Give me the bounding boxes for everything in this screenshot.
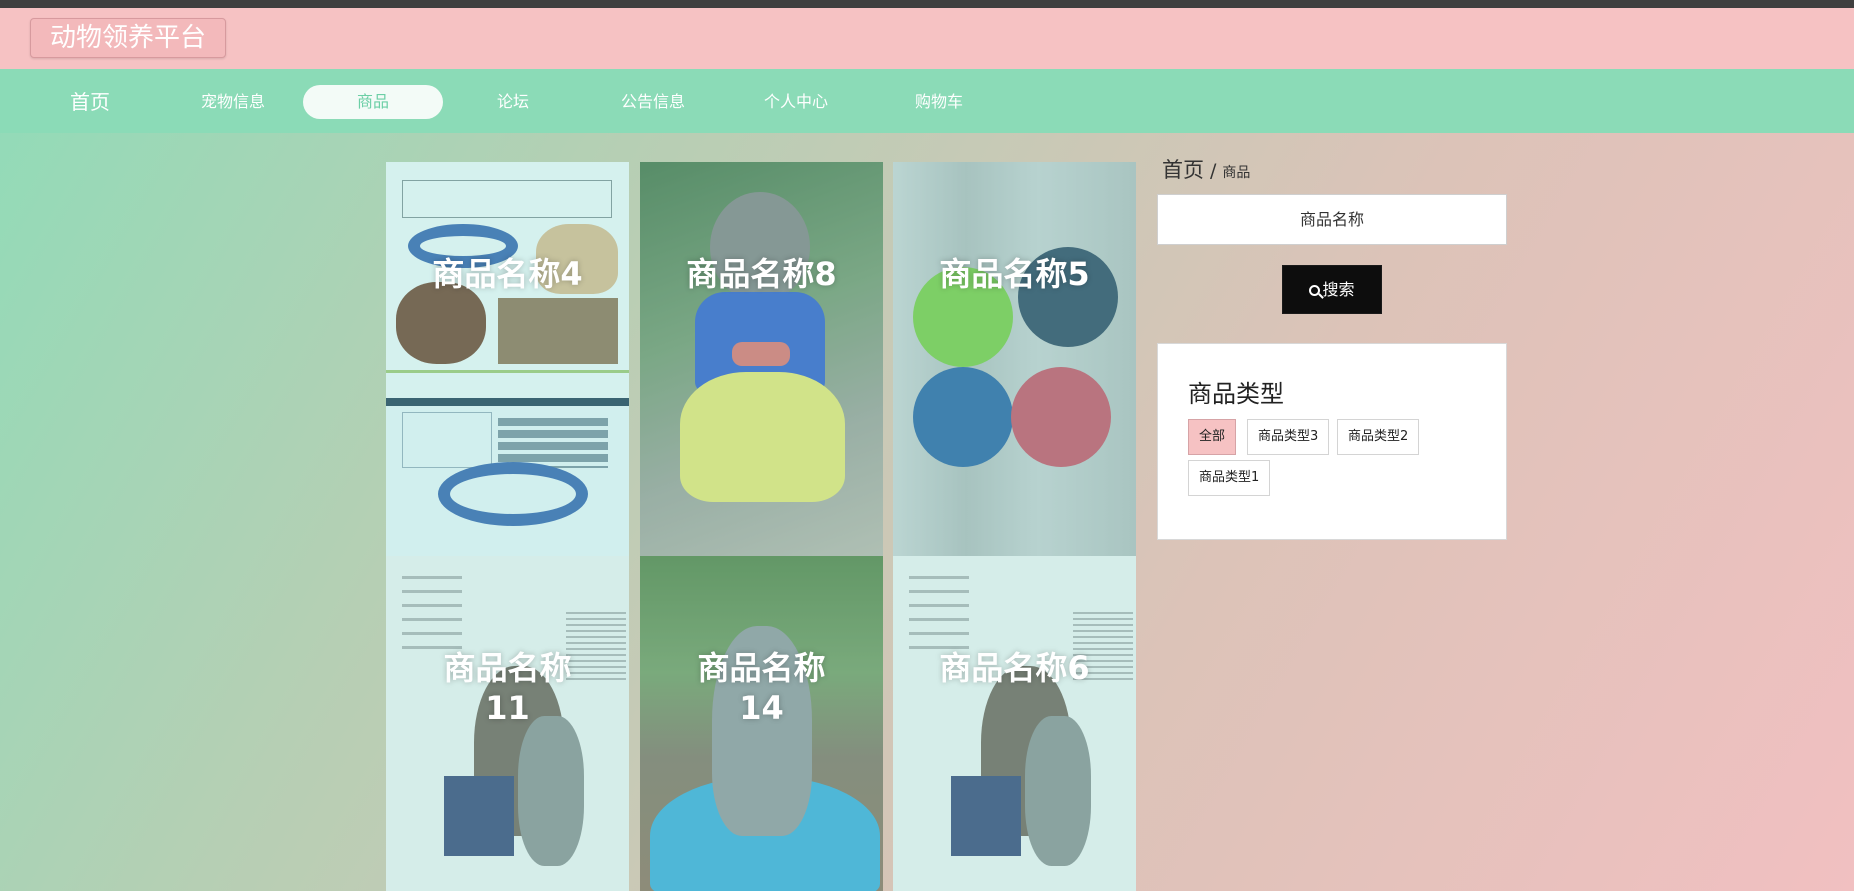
product-card[interactable]: 商品名称14 bbox=[640, 556, 883, 891]
top-bar bbox=[0, 0, 1854, 8]
breadcrumb-home[interactable]: 首页 bbox=[1162, 158, 1204, 182]
product-card[interactable]: 商品名称11 bbox=[386, 556, 629, 891]
app-header: 动物领养平台 bbox=[0, 8, 1854, 69]
nav-item-pet-info[interactable]: 宠物信息 bbox=[163, 85, 303, 119]
product-title: 商品名称11 bbox=[443, 649, 572, 727]
product-type-panel: 商品类型 全部 商品类型3 商品类型2 商品类型1 bbox=[1157, 343, 1507, 540]
breadcrumb: 首页 / 商品 bbox=[1162, 155, 1250, 185]
nav-item-announcements[interactable]: 公告信息 bbox=[583, 85, 723, 119]
nav-item-forum[interactable]: 论坛 bbox=[443, 85, 583, 119]
category-tag-type2[interactable]: 商品类型2 bbox=[1337, 419, 1420, 455]
app-logo-title[interactable]: 动物领养平台 bbox=[30, 18, 226, 58]
nav-item-products[interactable]: 商品 bbox=[303, 85, 443, 119]
product-card[interactable]: 商品名称4 bbox=[386, 162, 629, 556]
product-type-title: 商品类型 bbox=[1188, 380, 1284, 408]
product-name-search-input[interactable] bbox=[1157, 194, 1507, 245]
search-icon bbox=[1309, 285, 1321, 296]
product-card[interactable]: 商品名称6 bbox=[893, 556, 1136, 891]
nav-item-cart[interactable]: 购物车 bbox=[869, 85, 1009, 119]
nav-item-home[interactable]: 首页 bbox=[30, 85, 150, 119]
nav-item-personal-center[interactable]: 个人中心 bbox=[726, 85, 866, 119]
category-tag-all[interactable]: 全部 bbox=[1188, 419, 1237, 455]
product-card[interactable]: 商品名称8 bbox=[640, 162, 883, 556]
product-card[interactable]: 商品名称5 bbox=[893, 162, 1136, 556]
product-title: 商品名称6 bbox=[939, 649, 1090, 687]
search-button[interactable]: 搜索 bbox=[1282, 265, 1382, 314]
breadcrumb-current: 商品 bbox=[1222, 165, 1251, 181]
product-title: 商品名称4 bbox=[432, 255, 583, 293]
main-nav: 首页 宠物信息 商品 论坛 公告信息 个人中心 购物车 bbox=[0, 69, 1854, 133]
category-tag-type1[interactable]: 商品类型1 bbox=[1188, 460, 1271, 496]
product-title: 商品名称8 bbox=[686, 255, 837, 293]
search-button-label: 搜索 bbox=[1322, 280, 1355, 299]
product-grid: 商品名称4 商品名称8 商品名称5 商品名称11 商品名称14 商品名称6 bbox=[386, 162, 1136, 891]
category-tag-type3[interactable]: 商品类型3 bbox=[1247, 419, 1330, 455]
product-title: 商品名称5 bbox=[939, 255, 1090, 293]
product-title: 商品名称14 bbox=[697, 649, 826, 727]
breadcrumb-separator: / bbox=[1210, 160, 1217, 182]
